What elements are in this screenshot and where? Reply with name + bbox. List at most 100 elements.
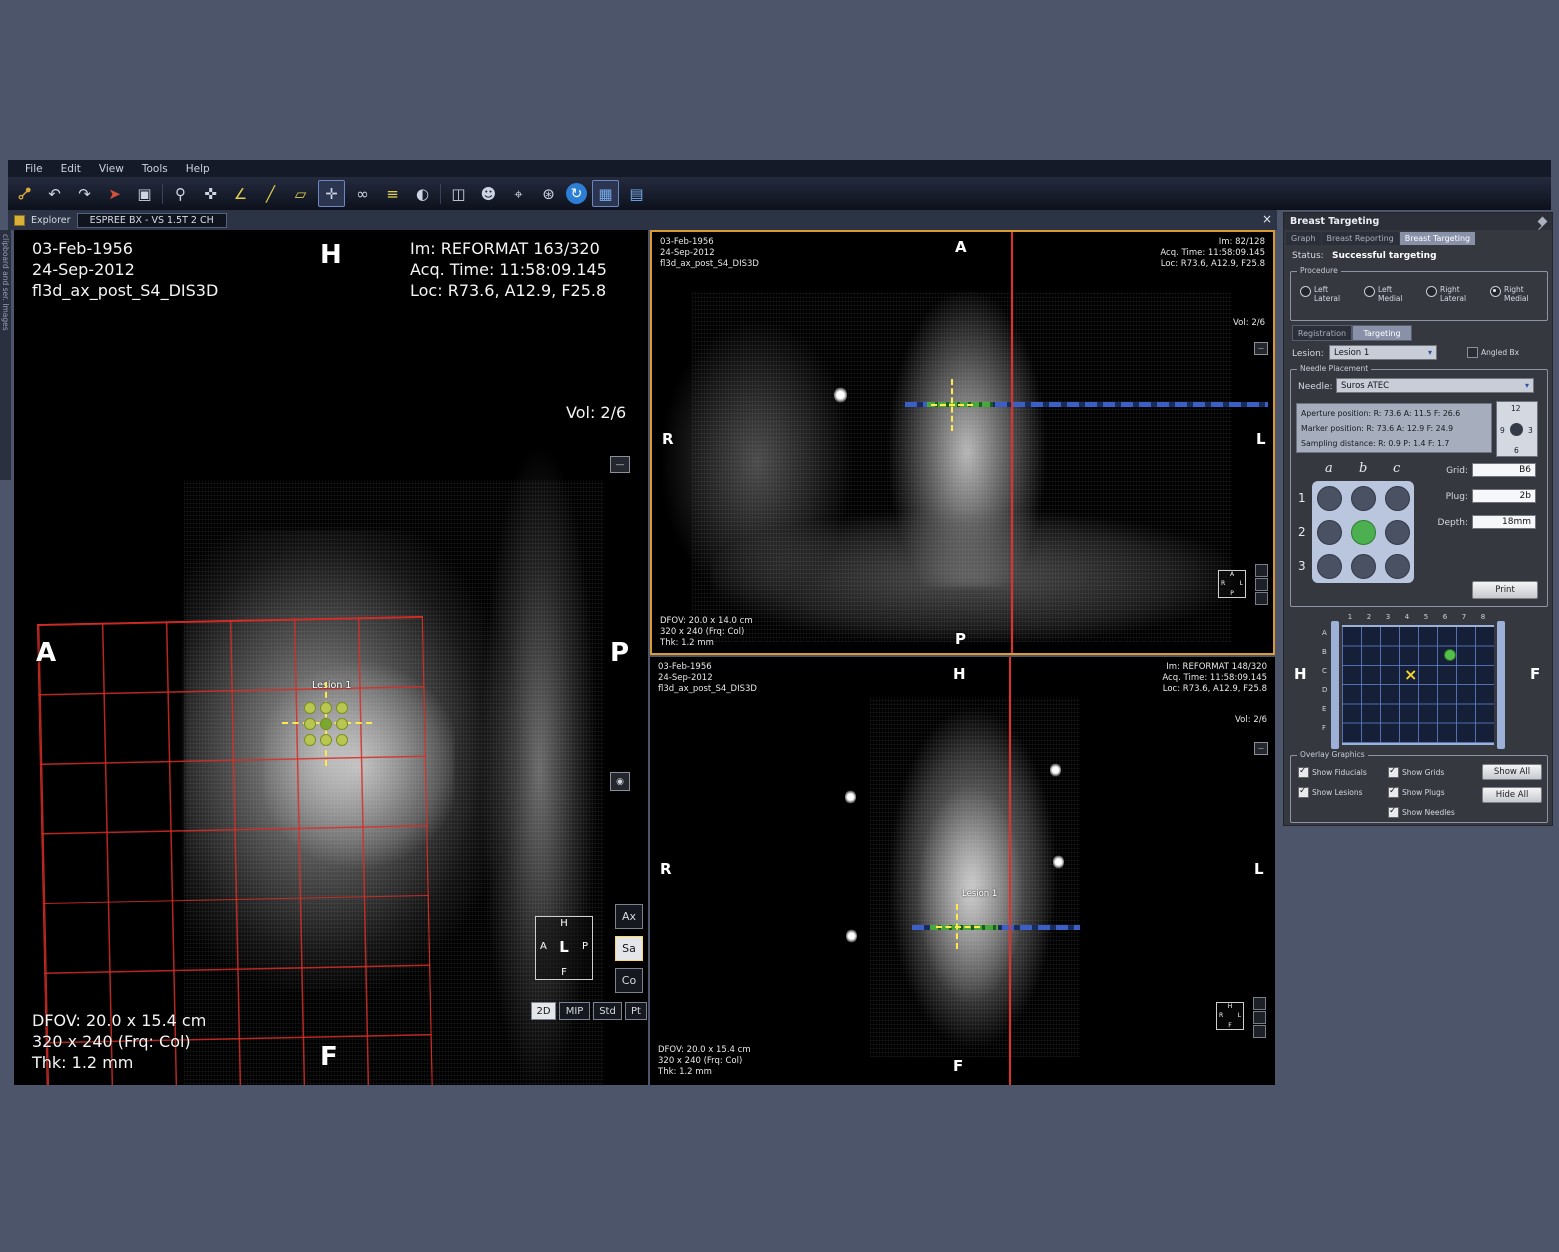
- radio-icon[interactable]: [1364, 286, 1375, 297]
- grid-map[interactable]: ×: [1342, 625, 1494, 745]
- viewport-tool-button[interactable]: [1253, 1025, 1266, 1038]
- show-fiducials-checkbox[interactable]: Show Fiducials: [1298, 767, 1367, 778]
- depth-value-field[interactable]: 18mm: [1472, 515, 1536, 529]
- menu-view[interactable]: View: [90, 163, 133, 175]
- show-grids-checkbox[interactable]: Show Grids: [1388, 767, 1444, 778]
- angle-icon[interactable]: ∠: [228, 181, 253, 206]
- needle-aperture-dots[interactable]: [304, 702, 348, 746]
- needle-select[interactable]: Suros ATEC: [1336, 378, 1534, 393]
- plug-value-field[interactable]: 2b: [1472, 489, 1536, 503]
- angled-bx-checkbox[interactable]: Angled Bx: [1467, 347, 1519, 358]
- guide-hole[interactable]: [1385, 520, 1410, 545]
- guide-hole[interactable]: [1385, 486, 1410, 511]
- tab-registration[interactable]: Registration: [1292, 325, 1352, 341]
- undo-icon[interactable]: ↶: [42, 181, 67, 206]
- radio-left-lateral[interactable]: LeftLateral: [1300, 285, 1340, 303]
- menu-edit[interactable]: Edit: [52, 163, 90, 175]
- needle-guide-block[interactable]: [1312, 481, 1414, 583]
- tab-breast-targeting[interactable]: Breast Targeting: [1400, 232, 1475, 245]
- viewport-tool-button[interactable]: [1253, 997, 1266, 1010]
- windowing-icon[interactable]: ◐: [410, 181, 435, 206]
- snapshot-button[interactable]: ◉: [610, 772, 630, 791]
- menu-bar: File Edit View Tools Help: [8, 160, 1551, 177]
- mode-pt-button[interactable]: Pt: [625, 1002, 647, 1020]
- redo-icon[interactable]: ↷: [72, 181, 97, 206]
- show-plugs-checkbox[interactable]: Show Plugs: [1388, 787, 1445, 798]
- plane-sagittal-button[interactable]: Sa: [615, 936, 643, 961]
- radio-right-medial[interactable]: RightMedial: [1490, 285, 1529, 303]
- hide-all-button[interactable]: Hide All: [1482, 787, 1542, 803]
- radio-icon[interactable]: [1426, 286, 1437, 297]
- reference-line[interactable]: [1009, 657, 1011, 1085]
- viewport-sagittal[interactable]: 03-Feb-1956 24-Sep-2012 fl3d_ax_post_S4_…: [14, 230, 648, 1085]
- plane-axial-button[interactable]: Ax: [615, 904, 643, 929]
- tab-graph[interactable]: Graph: [1286, 232, 1321, 245]
- pan-icon[interactable]: ✜: [198, 181, 223, 206]
- zoom-icon[interactable]: ⚲: [168, 181, 193, 206]
- guide-hole[interactable]: [1351, 554, 1376, 579]
- study-tab[interactable]: ESPREE BX - VS 1.5T 2 CH: [77, 213, 227, 228]
- guide-hole[interactable]: [1317, 520, 1342, 545]
- reference-line[interactable]: [1011, 232, 1013, 653]
- viewport-tool-button[interactable]: [1253, 1011, 1266, 1024]
- radio-icon[interactable]: [1490, 286, 1501, 297]
- clock-position-widget[interactable]: 12 9 3 6: [1496, 401, 1538, 457]
- menu-file[interactable]: File: [16, 163, 52, 175]
- close-icon[interactable]: ×: [1262, 212, 1272, 226]
- lesion-label: Lesion 1: [962, 889, 997, 899]
- lesion-select[interactable]: Lesion 1: [1329, 345, 1437, 360]
- crosshair-graphic[interactable]: [936, 926, 980, 928]
- stack-icon[interactable]: ≡: [380, 181, 405, 206]
- pointer-icon[interactable]: ➤: [102, 181, 127, 206]
- viewport-coronal[interactable]: 03-Feb-1956 24-Sep-2012 fl3d_ax_post_S4_…: [650, 230, 1275, 655]
- tab-targeting[interactable]: Targeting: [1352, 325, 1412, 341]
- probe-icon[interactable]: ⌖: [506, 181, 531, 206]
- guide-hole[interactable]: [1385, 554, 1410, 579]
- collapse-button[interactable]: —: [1254, 742, 1268, 755]
- crosshair-icon[interactable]: ✛: [318, 180, 345, 207]
- show-needles-checkbox[interactable]: Show Needles: [1388, 807, 1455, 818]
- plug-marker[interactable]: ×: [1404, 669, 1417, 681]
- fiducial-marker: [1053, 855, 1064, 869]
- clipboard-strip[interactable]: clipboard and ser. Images: [0, 230, 11, 480]
- viewport-axial[interactable]: Lesion 1 03-Feb-1956 24-Sep-2012 fl3d_ax…: [650, 657, 1275, 1085]
- print-button[interactable]: Print: [1472, 581, 1538, 599]
- collapse-button[interactable]: —: [1254, 342, 1268, 355]
- tab-breast-reporting[interactable]: Breast Reporting: [1322, 232, 1399, 245]
- distance-icon[interactable]: ╱: [258, 181, 283, 206]
- grid-value-field[interactable]: B6: [1472, 463, 1536, 477]
- mode-std-button[interactable]: Std: [593, 1002, 622, 1020]
- key-icon[interactable]: ⊶: [7, 176, 42, 211]
- radio-icon[interactable]: [1300, 286, 1311, 297]
- film-layout-icon[interactable]: ▤: [624, 181, 649, 206]
- grid-layout-icon[interactable]: ▦: [592, 180, 619, 207]
- mode-2d-button[interactable]: 2D: [531, 1002, 556, 1020]
- viewport-tool-button[interactable]: [1255, 578, 1268, 591]
- viewport-tool-button[interactable]: [1255, 592, 1268, 605]
- radio-left-medial[interactable]: LeftMedial: [1364, 285, 1403, 303]
- crosshair-graphic[interactable]: [931, 404, 973, 406]
- snapshot-icon[interactable]: ▣: [132, 181, 157, 206]
- lesion-marker[interactable]: [1444, 649, 1456, 661]
- radio-right-lateral[interactable]: RightLateral: [1426, 285, 1466, 303]
- pin-icon[interactable]: [1538, 217, 1548, 227]
- guide-hole[interactable]: [1317, 486, 1342, 511]
- sphere-icon[interactable]: ⊛: [536, 181, 561, 206]
- collapse-button[interactable]: —: [610, 456, 630, 473]
- roi-icon[interactable]: ▱: [288, 181, 313, 206]
- viewport-tool-button[interactable]: [1255, 564, 1268, 577]
- mode-mip-button[interactable]: MIP: [559, 1002, 590, 1020]
- explorer-label[interactable]: Explorer: [31, 215, 71, 226]
- menu-help[interactable]: Help: [177, 163, 219, 175]
- guide-hole[interactable]: [1317, 554, 1342, 579]
- portrait-icon[interactable]: ☻: [476, 181, 501, 206]
- guide-hole-target[interactable]: [1351, 520, 1376, 545]
- sync-icon[interactable]: ↻: [566, 183, 587, 204]
- compare-icon[interactable]: ◫: [446, 181, 471, 206]
- link-icon[interactable]: ∞: [350, 181, 375, 206]
- guide-hole[interactable]: [1351, 486, 1376, 511]
- show-all-button[interactable]: Show All: [1482, 764, 1542, 780]
- menu-tools[interactable]: Tools: [133, 163, 177, 175]
- show-lesions-checkbox[interactable]: Show Lesions: [1298, 787, 1363, 798]
- plane-coronal-button[interactable]: Co: [615, 968, 643, 993]
